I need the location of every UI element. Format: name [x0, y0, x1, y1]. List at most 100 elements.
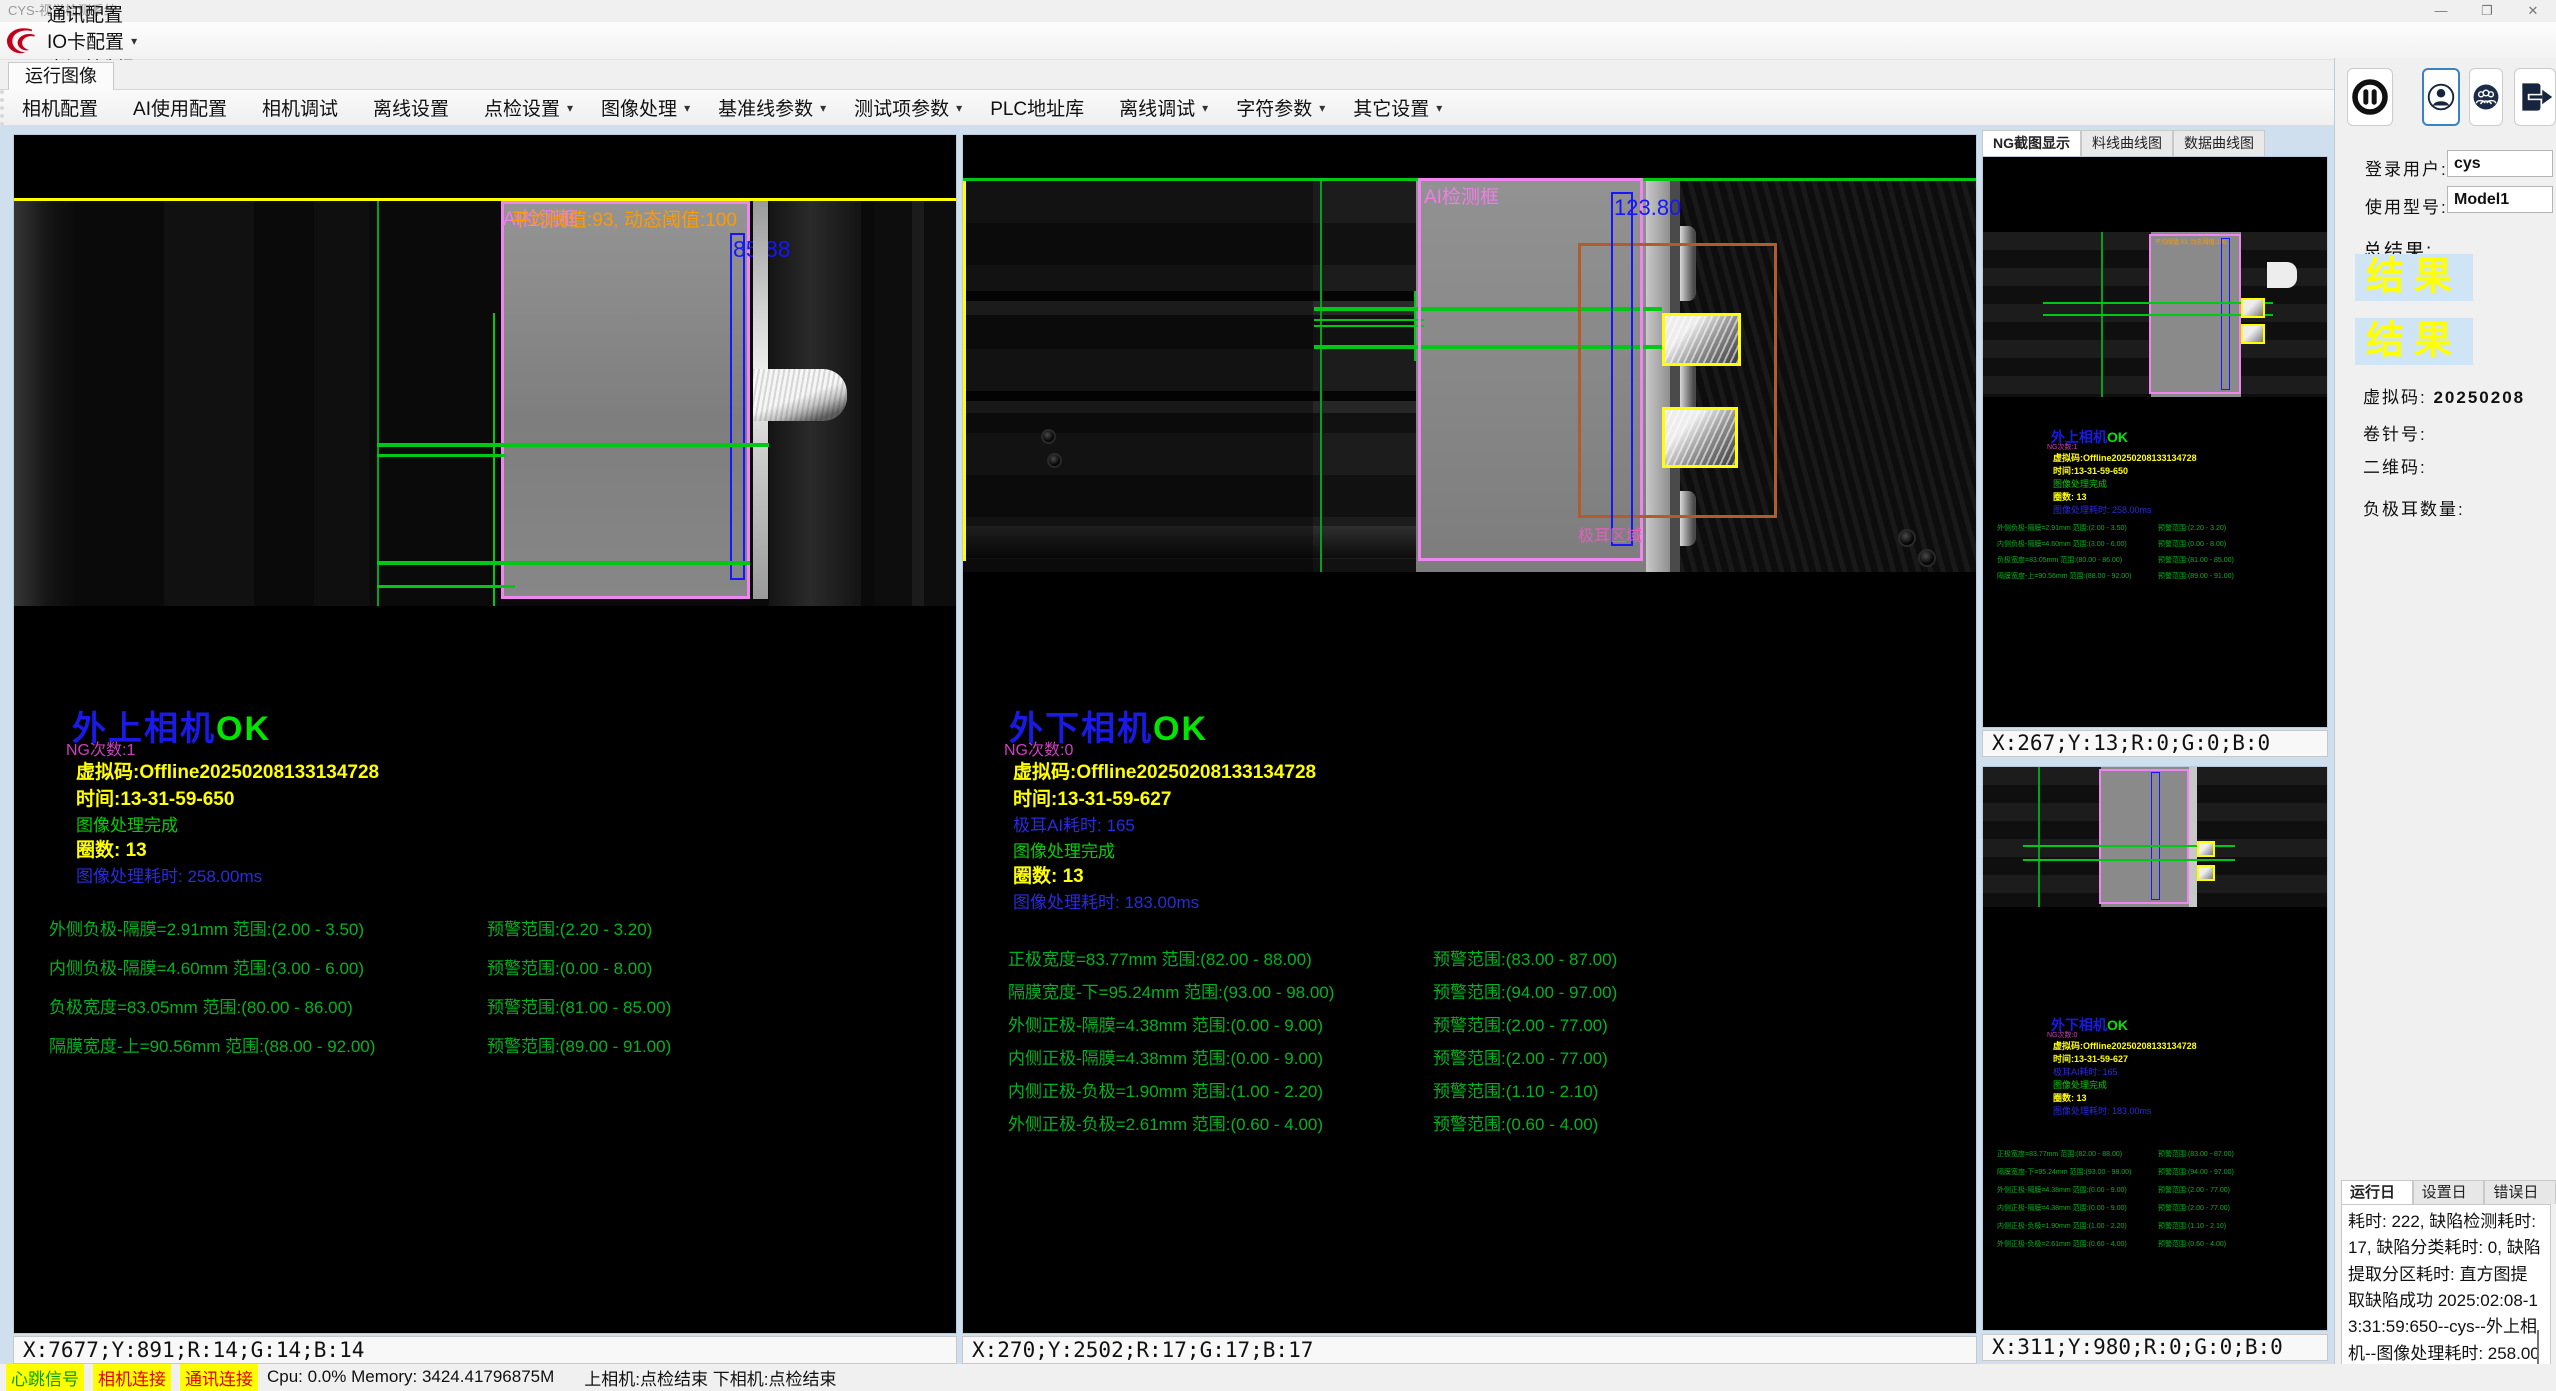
tab-run-image[interactable]: 运行图像	[8, 62, 114, 90]
tab-detect-box	[1662, 407, 1738, 468]
turn-count: 圈数: 13	[76, 835, 147, 862]
left-camera-view[interactable]: AI检测框 平均阈值:93, 动态阈值:100 85.88 外上相机OK NG次…	[13, 134, 957, 1334]
toolbar-item[interactable]: 相机调试	[262, 94, 345, 121]
measurement-text: 正极宽度=83.77mm 范围:(82.00 - 88.00)	[1008, 945, 1312, 970]
frame-time: 时间:13-31-59-650	[76, 784, 234, 811]
guide-line-vertical	[1320, 181, 1322, 572]
measurement-text: 外侧负极-隔膜=2.91mm 范围:(2.00 - 3.50)	[49, 915, 364, 940]
bolt	[1047, 453, 1062, 468]
measurement-text: 外侧正极-隔膜=4.38mm 范围:(0.00 - 9.00)	[1008, 1011, 1323, 1036]
chevron-down-icon: ▾	[567, 101, 573, 115]
pause-icon	[2350, 77, 2390, 117]
model-label: 使用型号:	[2365, 193, 2448, 218]
thumb2-cursor-status: X:311;Y:980;R:0;G:0;B:0	[1982, 1334, 2328, 1361]
window-control-button[interactable]: —	[2418, 0, 2464, 22]
measurement-list: 外侧负极-隔膜=2.91mm 范围:(2.00 - 3.50) 预警范围:(2.…	[14, 915, 956, 1071]
toolbar-item[interactable]: 测试项参数▾	[854, 94, 962, 121]
model-input[interactable]	[2447, 186, 2553, 213]
menu-item[interactable]: IO卡配置▾	[47, 27, 174, 54]
heartbeat-badge: 心跳信号	[6, 1364, 84, 1391]
tab-region-box	[1578, 243, 1777, 518]
virtual-code: 虚拟码:Offline20250208133134728	[1013, 757, 1316, 784]
warning-range-text: 预警范围:(81.00 - 85.00)	[487, 993, 671, 1018]
toolbar-item[interactable]: PLC地址库	[990, 94, 1091, 121]
exit-icon	[2516, 80, 2554, 114]
toolbar-item[interactable]: AI使用配置	[133, 94, 234, 121]
result-box-bottom: 结果	[2355, 318, 2473, 365]
measurement-row: 隔膜宽度-上=90.56mm 范围:(88.00 - 92.00) 预警范围:(…	[14, 1032, 956, 1071]
user-icon	[2424, 80, 2458, 114]
process-done: 图像处理完成	[1013, 837, 1115, 862]
tab-data-curve[interactable]: 数据曲线图	[2173, 130, 2265, 156]
toolbar-item[interactable]: 相机配置	[22, 94, 105, 121]
warning-range-text: 预警范围:(1.10 - 2.10)	[1433, 1077, 1598, 1102]
comm-link-badge: 通讯连接	[180, 1364, 258, 1391]
measurement-row: 正极宽度=83.77mm 范围:(82.00 - 88.00) 预警范围:(83…	[963, 945, 1976, 978]
toolbar-item[interactable]: 离线设置	[373, 94, 456, 121]
tab-settings-log[interactable]: 设置日志	[2413, 1180, 2485, 1204]
log-scrollbar[interactable]	[2537, 1330, 2539, 1364]
measure-line-green	[377, 561, 750, 565]
camera-check-status: 上相机:点检结束 下相机:点检结束	[584, 1365, 836, 1390]
toolbar-item[interactable]: 字符参数▾	[1236, 94, 1325, 121]
warning-range-text: 预警范围:(2.20 - 3.20)	[487, 915, 652, 940]
process-done: 图像处理完成	[76, 811, 178, 836]
result-box-top: 结果	[2355, 254, 2473, 301]
bolt	[1918, 549, 1936, 567]
log-tabs: 运行日志 设置日志 错误日志	[2341, 1180, 2556, 1204]
pause-button[interactable]	[2347, 68, 2393, 126]
exit-button[interactable]	[2514, 68, 2556, 126]
virtual-code: 虚拟码:Offline20250208133134728	[76, 757, 379, 784]
measurement-row: 内侧负极-隔膜=4.60mm 范围:(3.00 - 6.00) 预警范围:(0.…	[14, 954, 956, 993]
chevron-down-icon: ▾	[131, 34, 137, 48]
warning-range-text: 预警范围:(94.00 - 97.00)	[1433, 978, 1617, 1003]
measurement-row: 外侧负极-隔膜=2.91mm 范围:(2.00 - 3.50) 预警范围:(2.…	[14, 915, 956, 954]
toolbar-item[interactable]: 点检设置▾	[484, 94, 573, 121]
vcode-value: 20250208	[2433, 388, 2525, 407]
app-logo-icon	[3, 25, 43, 57]
camera-link-badge: 相机连接	[93, 1364, 171, 1391]
user-button[interactable]	[2422, 68, 2460, 126]
window-control-button[interactable]: ✕	[2510, 0, 2556, 22]
turn-count: 圈数: 13	[1013, 861, 1084, 888]
chevron-down-icon: ▾	[820, 101, 826, 115]
measurement-text: 隔膜宽度-上=90.56mm 范围:(88.00 - 92.00)	[49, 1032, 375, 1057]
menu-item[interactable]: 通讯配置	[47, 0, 174, 27]
measurement-row: 内侧正极-负极=1.90mm 范围:(1.00 - 2.20) 预警范围:(1.…	[963, 1077, 1976, 1110]
tab-line-curve[interactable]: 料线曲线图	[2081, 130, 2173, 156]
users-button[interactable]	[2469, 68, 2503, 126]
toolbar-item[interactable]: 基准线参数▾	[718, 94, 826, 121]
toolbar-item[interactable]: 离线调试▾	[1119, 94, 1208, 121]
warning-range-text: 预警范围:(83.00 - 87.00)	[1433, 945, 1617, 970]
cpu-memory-status: Cpu: 0.0% Memory: 3424.41796875M	[267, 1367, 554, 1387]
measure-line-green	[1314, 325, 1424, 327]
measurement-row: 负极宽度=83.05mm 范围:(80.00 - 86.00) 预警范围:(81…	[14, 993, 956, 1032]
tab-error-log[interactable]: 错误日志	[2484, 1180, 2556, 1204]
ai-box-label: AI检测框	[1424, 182, 1499, 209]
measurement-list: 正极宽度=83.77mm 范围:(82.00 - 88.00) 预警范围:(83…	[963, 945, 1976, 1143]
thumbnail-bottom-camera[interactable]: 外下相机OK NG次数:0 虚拟码:Offline202502081331347…	[1982, 766, 2328, 1331]
login-user-input[interactable]	[2447, 150, 2553, 177]
tab-run-log[interactable]: 运行日志	[2341, 1180, 2413, 1204]
measure-line-green	[377, 443, 769, 447]
vcode-label: 虚拟码: 20250208	[2363, 383, 2525, 408]
toolbar-item[interactable]: 其它设置▾	[1353, 94, 1442, 121]
measurement-text: 负极宽度=83.05mm 范围:(80.00 - 86.00)	[49, 993, 353, 1018]
measure-line-green	[1414, 291, 1416, 361]
login-user-label: 登录用户:	[2365, 155, 2448, 180]
thumbnail-top-camera[interactable]: 平均阈值:93, 动态阈值:100 外上相机OK NG次数:1 虚拟码:Offl…	[1982, 156, 2328, 728]
tab-row: 运行图像	[0, 60, 2334, 90]
menubar: 系统配置相机配置通讯配置IO卡配置▾光源控制配置▾查看▾系统语言切换	[0, 22, 2556, 60]
toolbar-item[interactable]: 图像处理▾	[601, 94, 690, 121]
threshold-overlay-text: 平均阈值:93, 动态阈值:100	[511, 205, 737, 232]
measurement-row: 外侧正极-负极=2.61mm 范围:(0.60 - 4.00) 预警范围:(0.…	[963, 1110, 1976, 1143]
tab-ng-capture[interactable]: NG截图显示	[1982, 130, 2081, 156]
warning-range-text: 预警范围:(89.00 - 91.00)	[487, 1032, 671, 1057]
bottom-camera-image: AI检测框 123.80 极耳区域	[963, 181, 1977, 572]
run-log-text[interactable]: 耗时: 222, 缺陷检测耗时: 17, 缺陷分类耗时: 0, 缺陷提取分区耗时…	[2341, 1204, 2551, 1386]
bottom-camera-view[interactable]: AI检测框 123.80 极耳区域 外下相机OK NG次数:0 虚拟码:Offl…	[962, 134, 1977, 1334]
bolt	[1898, 529, 1916, 547]
process-elapsed: 图像处理耗时: 258.00ms	[76, 862, 262, 887]
measurement-text: 隔膜宽度-下=95.24mm 范围:(93.00 - 98.00)	[1008, 978, 1334, 1003]
window-control-button[interactable]: ❐	[2464, 0, 2510, 22]
